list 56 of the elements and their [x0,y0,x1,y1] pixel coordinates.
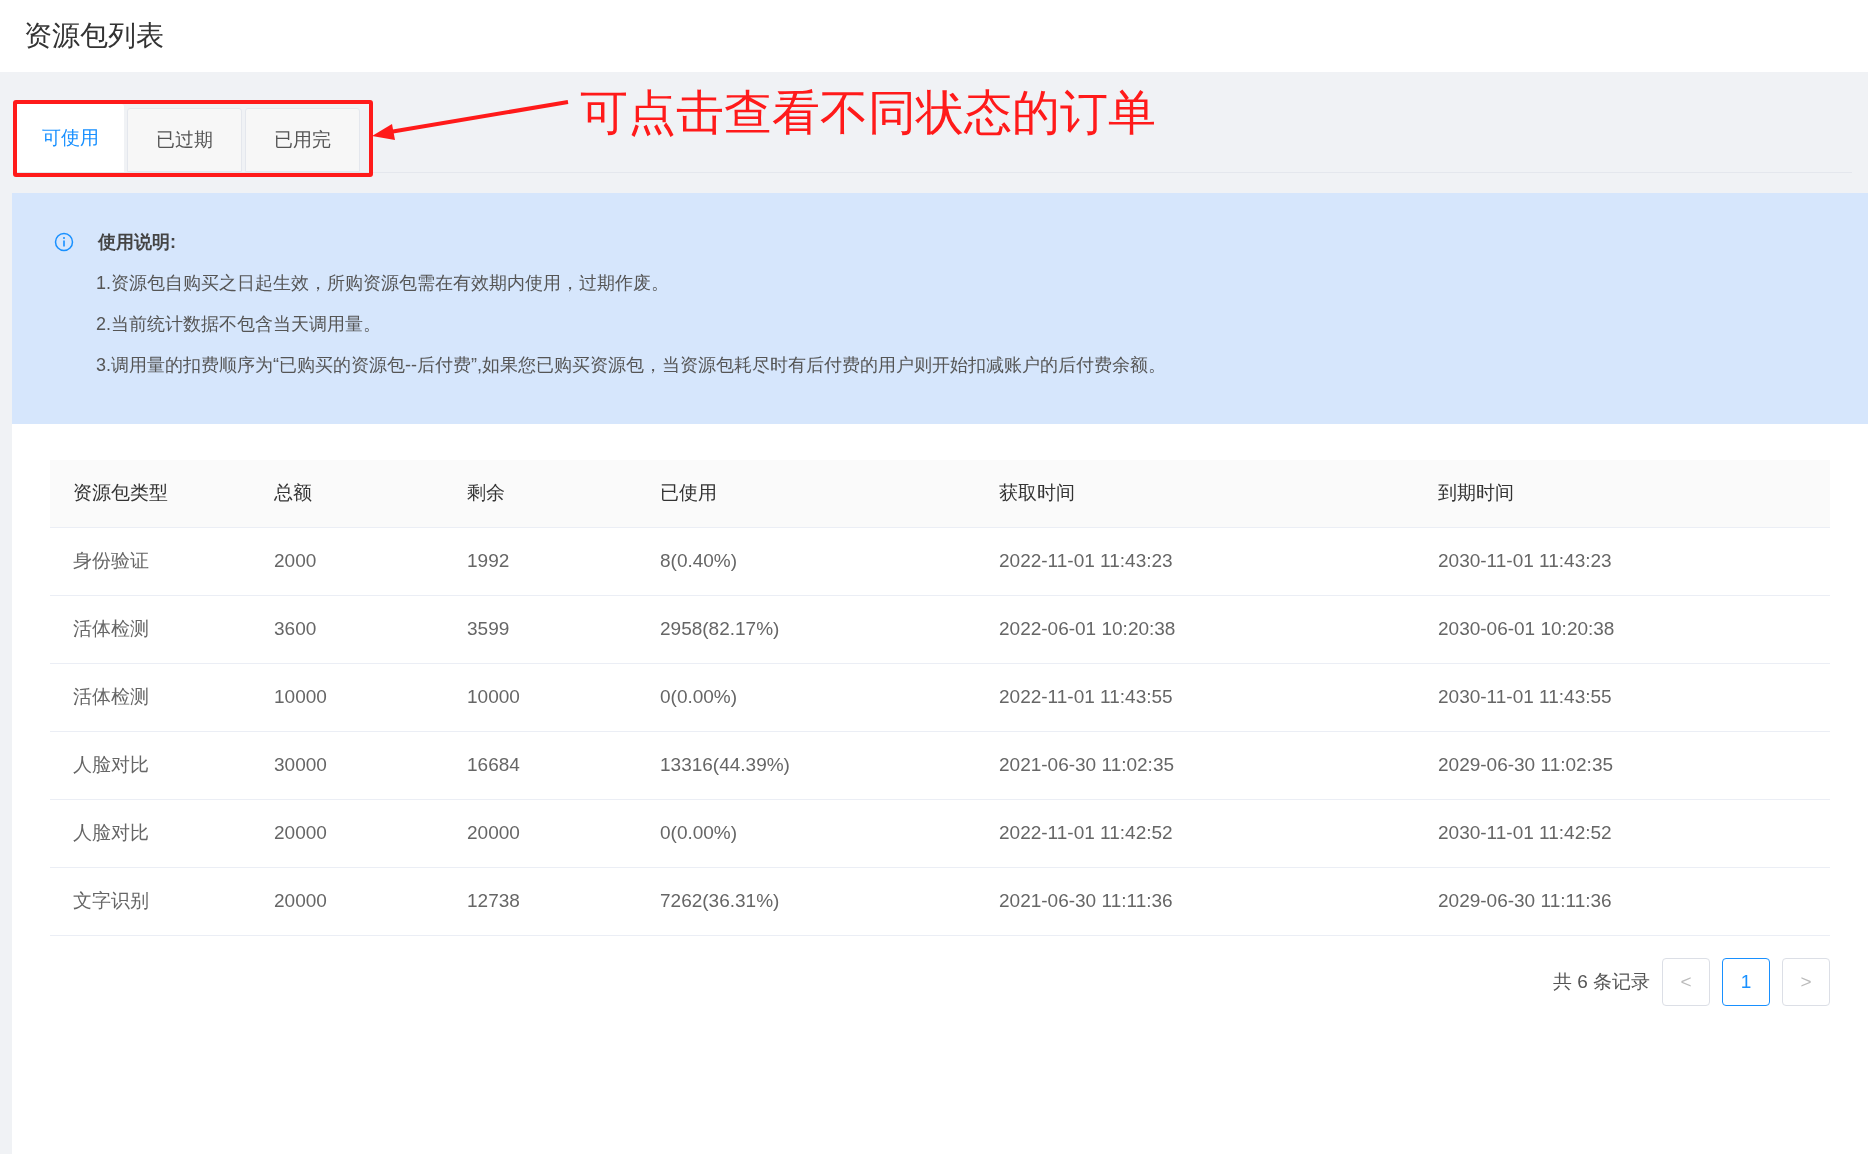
table-cell-text: 13316(44.39%) [659,753,791,778]
table-cell-text: 2022-11-01 11:43:55 [998,685,1174,710]
column-header: 剩余 [466,481,506,506]
table-cell-text: 人脸对比 [72,753,150,778]
page-button[interactable]: 1 [1722,958,1770,1006]
table-cell-text: 2030-11-01 11:43:55 [1437,685,1613,710]
tab[interactable]: 已过期 [127,108,242,172]
table-cell-text: 2021-06-30 11:11:36 [998,889,1174,914]
notice-title: 使用说明: [98,231,177,254]
table-cell-text: 0(0.00%) [659,821,739,846]
table-cell-text: 1992 [466,549,511,574]
table-cell-text: 2030-11-01 11:42:52 [1437,821,1613,846]
table-cell-text: 10000 [466,685,521,710]
table-cell-text: 2029-06-30 11:11:36 [1437,889,1613,914]
table-cell-text: 2029-06-30 11:02:35 [1437,753,1615,778]
table-cell-text: 8(0.40%) [659,549,739,574]
table-cell-text: 2000 [273,549,318,574]
table-cell-text: 30000 [273,753,328,778]
table-cell-text: 活体检测 [72,685,150,710]
table-cell-text: 2030-11-01 11:43:23 [1437,549,1613,574]
table-cell-text: 2022-11-01 11:42:52 [998,821,1174,846]
table-cell-text: 20000 [273,821,328,846]
previous-page-button[interactable]: < [1662,958,1710,1006]
table-cell-text: 12738 [466,889,521,914]
table-cell-text: 2022-06-01 10:20:38 [998,617,1177,642]
table-cell-text: 活体检测 [72,617,150,642]
next-page-button[interactable]: > [1782,958,1830,1006]
total-count: 共 6 条记录 [1552,969,1650,994]
column-header: 资源包类型 [72,481,169,506]
info-icon [54,232,74,252]
table-cell-text: 2958(82.17%) [659,617,781,642]
tab[interactable]: 可使用 [16,104,124,172]
table-cell-text: 身份验证 [72,549,150,574]
table-cell-text: 7262(36.31%) [659,889,781,914]
table-cell-text: 3599 [466,617,511,642]
table-cell-text: 3600 [273,617,318,642]
notice-line: 3.调用量的扣费顺序为“已购买的资源包--后付费”,如果您已购买资源包，当资源包耗尽时有后付费的用户则开始扣减账户的后付费余额。 [96,354,1166,377]
column-header: 已使用 [659,481,718,506]
notice-line: 2.当前统计数据不包含当天调用量。 [96,313,382,336]
table-cell-text: 文字识别 [72,889,150,914]
column-header: 到期时间 [1437,481,1515,506]
column-header: 获取时间 [998,481,1076,506]
table-cell-text: 人脸对比 [72,821,150,846]
page-title: 资源包列表 [24,19,164,53]
notice-line: 1.资源包自购买之日起生效，所购资源包需在有效期内使用，过期作废。 [96,272,670,295]
table-cell-text: 2021-06-30 11:02:35 [998,753,1176,778]
table-cell-text: 20000 [273,889,328,914]
table-cell-text: 10000 [273,685,328,710]
table-cell-text: 2022-11-01 11:43:23 [998,549,1174,574]
tab[interactable]: 已用完 [245,108,360,172]
column-header: 总额 [273,481,313,506]
table-cell-text: 0(0.00%) [659,685,739,710]
table-cell-text: 20000 [466,821,521,846]
table-cell-text: 16684 [466,753,521,778]
table-cell-text: 2030-06-01 10:20:38 [1437,617,1616,642]
annotation-text: 可点击查看不同状态的订单 [580,85,1156,141]
